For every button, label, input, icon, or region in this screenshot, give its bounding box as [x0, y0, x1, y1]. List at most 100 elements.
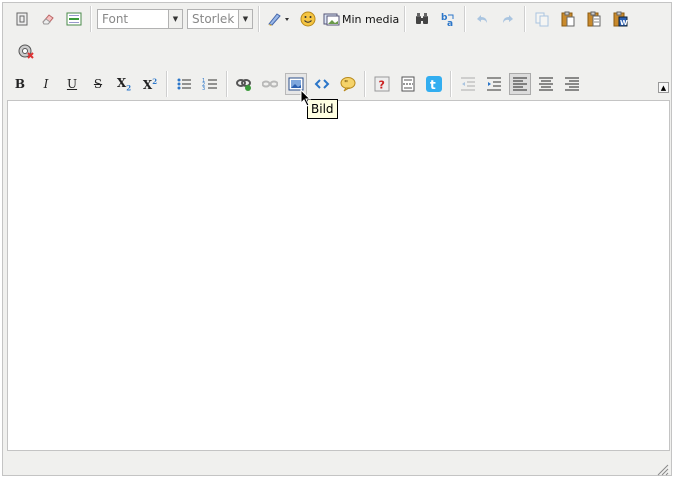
strikethrough-icon: S	[93, 77, 103, 91]
separator	[404, 6, 407, 32]
paste-icon	[561, 11, 575, 27]
media-button-label: Min media	[342, 12, 400, 26]
svg-text:a: a	[447, 19, 453, 27]
template-button[interactable]	[11, 8, 33, 30]
twitter-icon: t	[426, 76, 442, 92]
toolbar-row-3: B I U S X2 X2 123 " ? t	[3, 69, 585, 99]
toolbar-row-1: Font ▼ Storlek ▼ Min media ba W	[3, 4, 633, 34]
separator	[450, 71, 452, 97]
svg-text:?: ?	[379, 79, 385, 92]
paste-text-icon	[587, 11, 601, 27]
find-icon	[416, 13, 429, 24]
indent-icon	[487, 77, 501, 91]
numbered-list-button[interactable]: 123	[199, 73, 221, 95]
undo-icon	[477, 15, 488, 23]
svg-text:": "	[344, 79, 348, 88]
replace-button[interactable]: ba	[437, 8, 459, 30]
page-break-button[interactable]	[397, 73, 419, 95]
numbered-list-icon: 123	[202, 78, 217, 92]
italic-icon: I	[43, 77, 49, 91]
svg-text:W: W	[620, 19, 628, 27]
emoticon-icon	[300, 11, 316, 27]
font-select-value: Font	[102, 12, 129, 26]
editor-content-area[interactable]	[7, 100, 670, 451]
copy-button[interactable]	[531, 8, 553, 30]
separator	[90, 6, 92, 32]
separator	[464, 6, 467, 32]
chevron-down-icon: ▼	[168, 10, 182, 28]
strikethrough-button[interactable]: S	[87, 73, 109, 95]
horizontal-rule-button[interactable]	[63, 8, 85, 30]
svg-text:3: 3	[202, 86, 205, 92]
unlink-icon	[262, 80, 278, 88]
svg-text:t: t	[430, 78, 436, 92]
align-left-button[interactable]	[509, 73, 531, 95]
spellcheck-icon	[18, 44, 34, 59]
size-select[interactable]: Storlek ▼	[187, 9, 253, 29]
emoticon-button[interactable]	[297, 8, 319, 30]
unlink-button[interactable]	[259, 73, 281, 95]
superscript-icon: X2	[142, 76, 158, 92]
chevron-down-icon: ▼	[238, 10, 252, 28]
mouse-pointer-icon	[300, 89, 312, 107]
media-button[interactable]: Min media	[323, 8, 399, 30]
chevron-up-icon: ▲	[660, 83, 667, 92]
bullet-list-icon	[177, 78, 191, 90]
italic-button[interactable]: I	[35, 73, 57, 95]
rich-text-editor: Font ▼ Storlek ▼ Min media ba W B I U S …	[2, 2, 672, 476]
align-center-button[interactable]	[535, 73, 557, 95]
media-icon	[323, 13, 340, 26]
outdent-icon	[461, 77, 475, 91]
bold-icon: B	[14, 77, 26, 91]
paste-word-icon: W	[613, 11, 628, 27]
link-icon	[236, 79, 251, 91]
align-center-icon	[539, 77, 553, 91]
spellcheck-button[interactable]	[15, 40, 37, 62]
separator	[258, 6, 260, 32]
separator	[524, 6, 527, 32]
paste-button[interactable]	[557, 8, 579, 30]
twitter-button[interactable]: t	[423, 73, 445, 95]
redo-icon	[503, 15, 514, 23]
size-select-value: Storlek	[192, 12, 235, 26]
resize-handle-icon[interactable]	[657, 464, 669, 476]
underline-icon: U	[66, 77, 78, 91]
link-button[interactable]	[233, 73, 255, 95]
bold-button[interactable]: B	[9, 73, 31, 95]
help-icon: ?	[374, 76, 390, 92]
superscript-button[interactable]: X2	[139, 73, 161, 95]
page-break-icon	[401, 76, 415, 92]
subscript-icon: X2	[116, 75, 132, 93]
quote-button[interactable]: "	[337, 73, 359, 95]
help-button[interactable]: ?	[371, 73, 393, 95]
outdent-button[interactable]	[457, 73, 479, 95]
indent-button[interactable]	[483, 73, 505, 95]
replace-icon: ba	[441, 13, 454, 27]
paste-word-button[interactable]: W	[609, 8, 631, 30]
align-right-icon	[565, 77, 579, 91]
horizontal-rule-icon	[66, 12, 82, 26]
copy-icon	[535, 12, 549, 27]
toolbar-collapse-button[interactable]: ▲	[658, 82, 669, 93]
separator	[166, 71, 168, 97]
toolbar-row-2	[3, 36, 39, 66]
template-icon	[16, 12, 28, 26]
align-left-icon	[513, 77, 527, 91]
separator	[226, 71, 228, 97]
redo-button[interactable]	[497, 8, 519, 30]
code-button[interactable]	[311, 73, 333, 95]
eraser-button[interactable]	[37, 8, 59, 30]
subscript-button[interactable]: X2	[113, 73, 135, 95]
underline-button[interactable]: U	[61, 73, 83, 95]
bullet-list-button[interactable]	[173, 73, 195, 95]
font-select[interactable]: Font ▼	[97, 9, 183, 29]
code-icon	[314, 79, 330, 89]
style-brush-button[interactable]	[265, 8, 293, 30]
align-right-button[interactable]	[561, 73, 583, 95]
find-button[interactable]	[411, 8, 433, 30]
paste-text-button[interactable]	[583, 8, 605, 30]
quote-icon: "	[340, 77, 356, 92]
undo-button[interactable]	[471, 8, 493, 30]
style-brush-icon	[268, 13, 289, 26]
eraser-icon	[42, 14, 54, 25]
